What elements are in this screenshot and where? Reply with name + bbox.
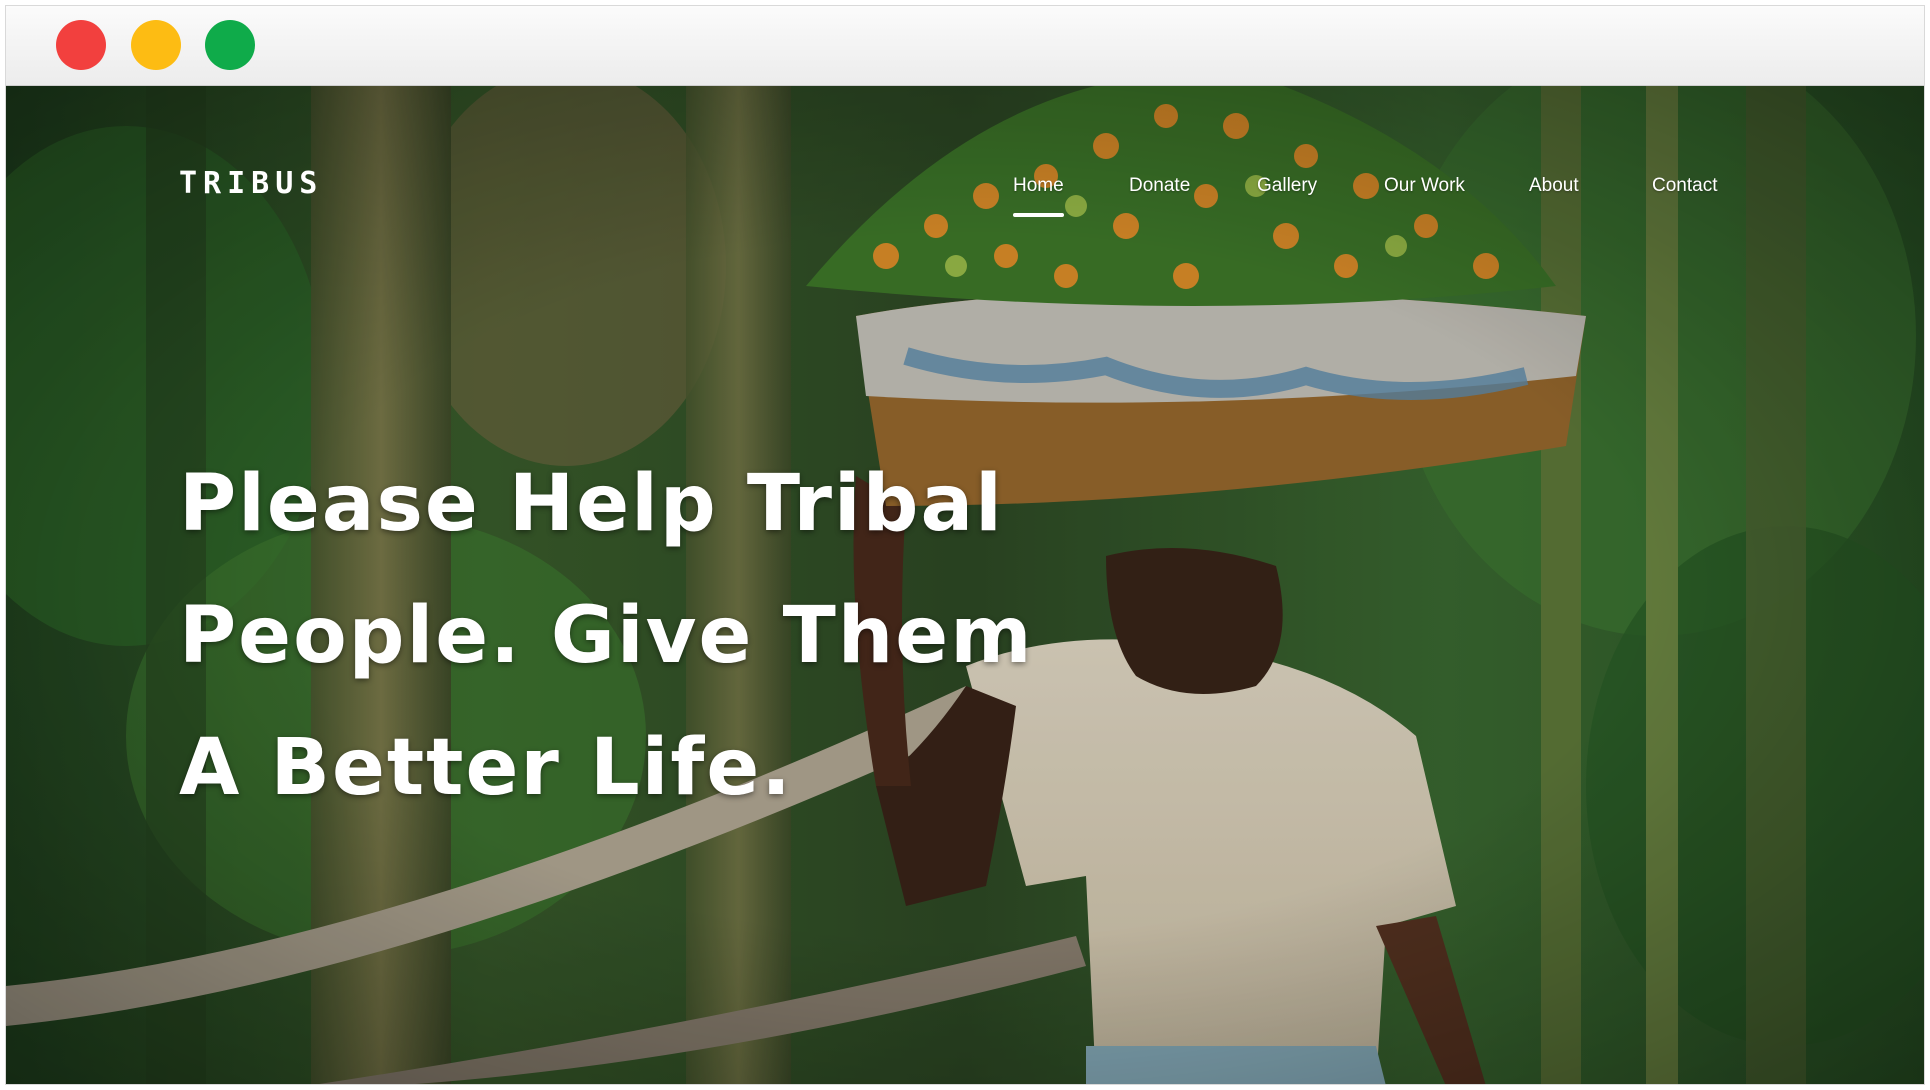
nav-contact-link[interactable]: Contact: [1652, 166, 1717, 206]
window-title-bar: [6, 6, 1924, 86]
nav-donate-link[interactable]: Donate: [1129, 166, 1190, 206]
hero-headline-line-3: A Better Life.: [179, 723, 793, 814]
hero-headline-line-2: People. Give Them: [179, 591, 1034, 682]
main-navigation: Home Donate Gallery Our Work About Conta…: [6, 166, 1924, 217]
hero-headline: Please Help Tribal People. Give Them A B…: [179, 438, 1079, 834]
nav-home-link[interactable]: Home: [1013, 166, 1064, 217]
nav-gallery-link[interactable]: Gallery: [1257, 166, 1317, 206]
nav-about-link[interactable]: About: [1529, 166, 1579, 206]
browser-window: TRIBUS Home Donate Gallery Our Work Abou…: [5, 5, 1925, 1085]
maximize-window-button[interactable]: [205, 20, 255, 70]
hero-headline-line-1: Please Help Tribal: [179, 459, 1004, 550]
hero-section: TRIBUS Home Donate Gallery Our Work Abou…: [6, 86, 1924, 1084]
minimize-window-button[interactable]: [131, 20, 181, 70]
nav-our-work-link[interactable]: Our Work: [1384, 166, 1465, 206]
close-window-button[interactable]: [56, 20, 106, 70]
